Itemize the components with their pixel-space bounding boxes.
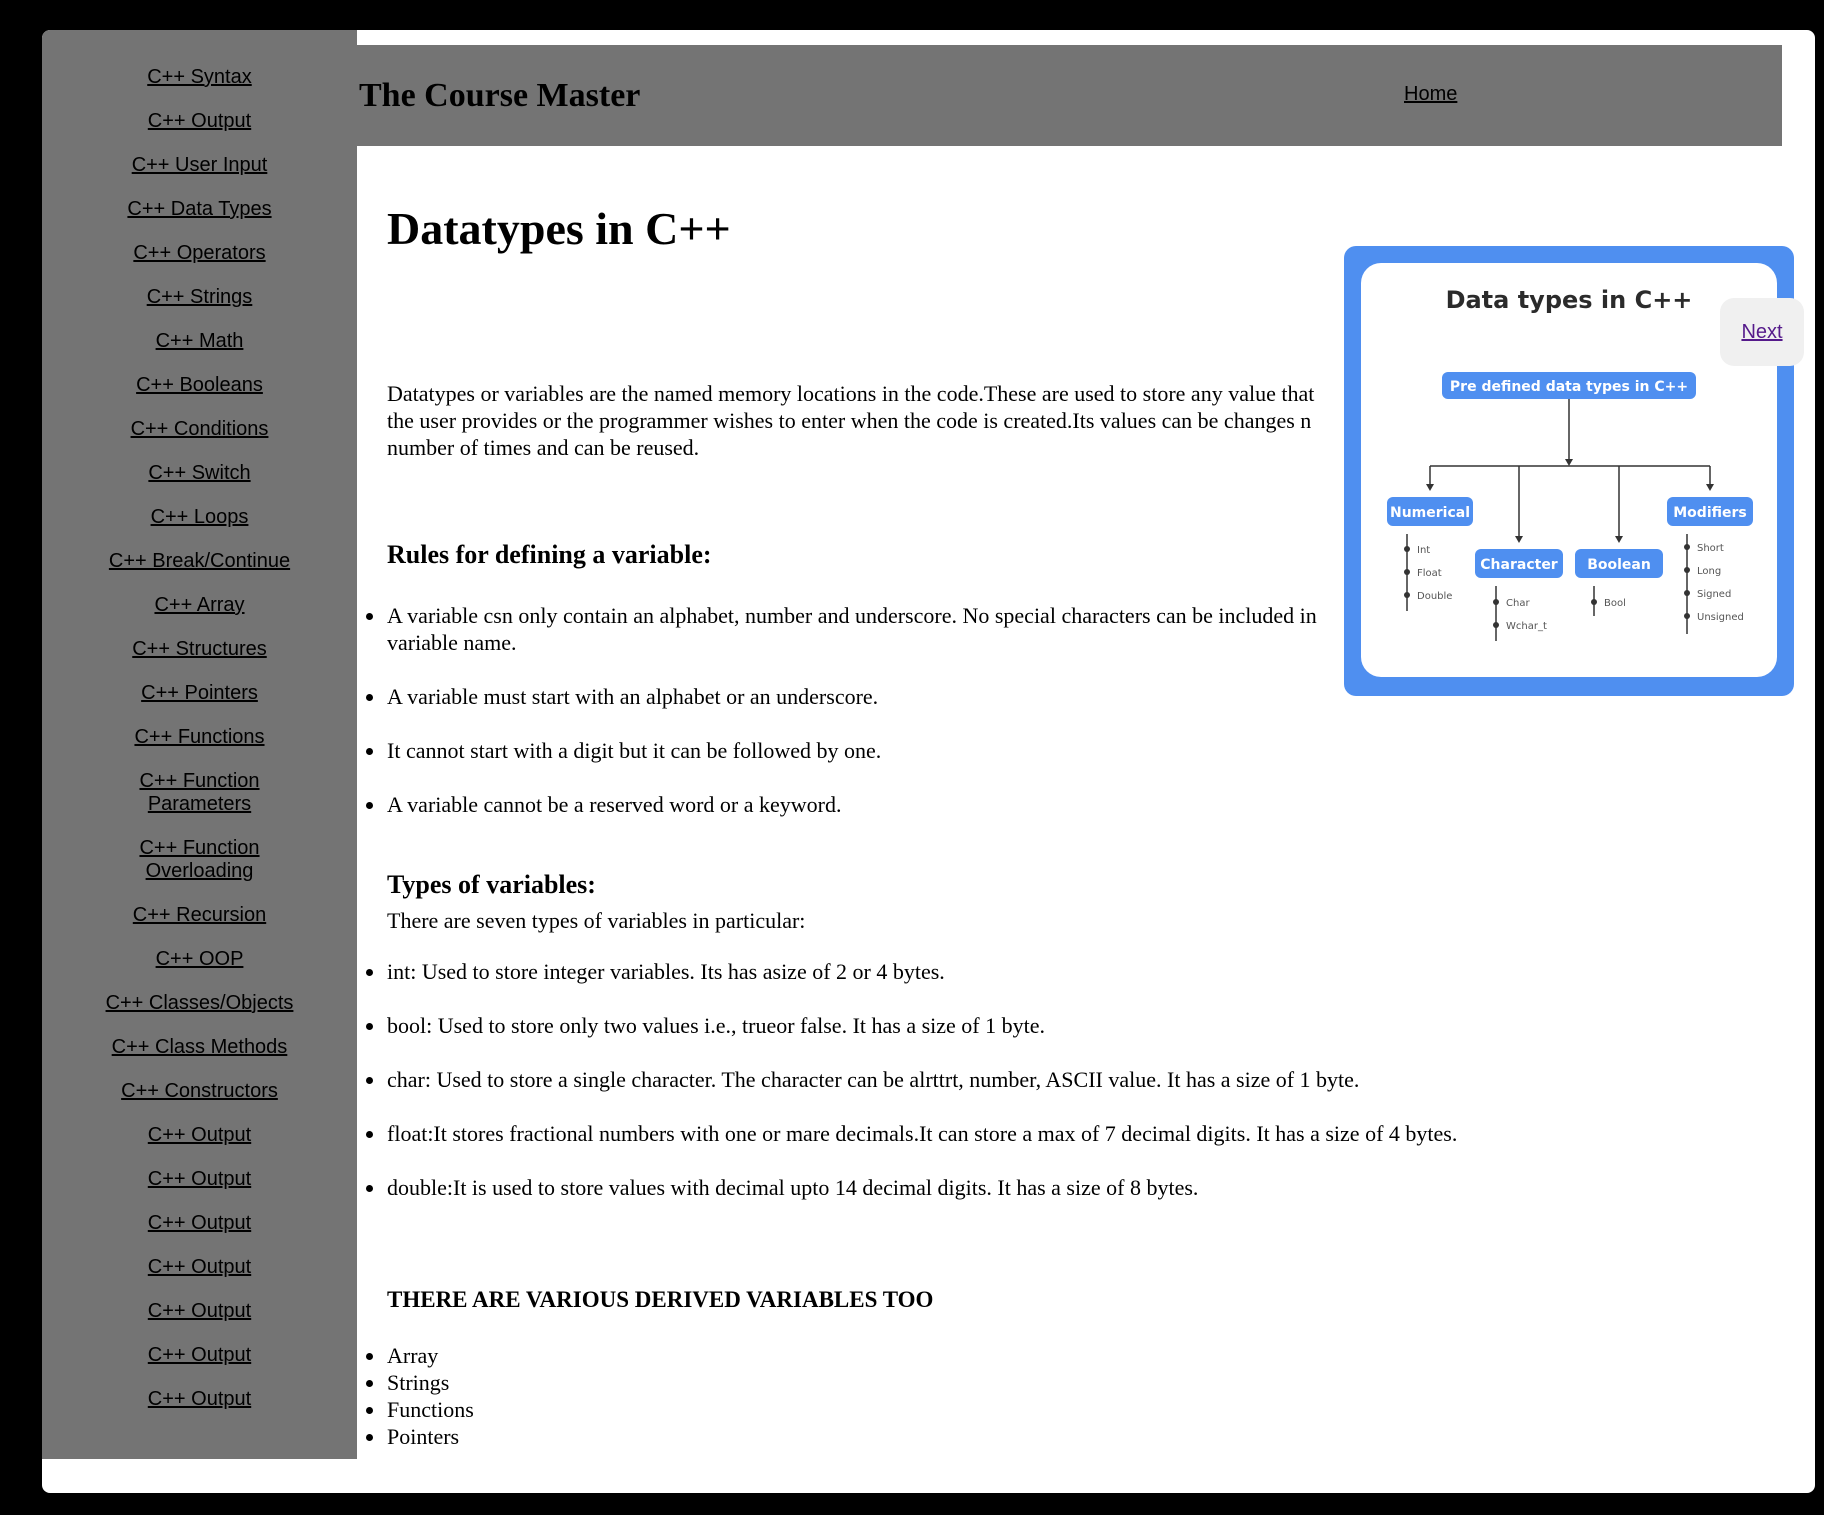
sidebar-item-cpp-output-4[interactable]: C++ Output [100, 1212, 300, 1235]
diagram-item: Unsigned [1697, 612, 1744, 623]
sidebar-item-cpp-output[interactable]: C++ Output [100, 110, 300, 133]
diagram-item: Signed [1697, 589, 1731, 600]
sidebar-item-cpp-operators[interactable]: C++ Operators [100, 242, 300, 265]
list-item: Functions [366, 1397, 474, 1422]
diagram-item: Char [1506, 598, 1530, 609]
list-item: Array [366, 1342, 474, 1369]
diagram-item: Bool [1604, 598, 1626, 609]
site-header: The Course Master Home [357, 45, 1782, 146]
sidebar-item-cpp-functions[interactable]: C++ Functions [100, 726, 300, 749]
browser-page: C++ Syntax C++ Output C++ User Input C++… [42, 30, 1815, 1493]
sidebar-item-cpp-break-continue[interactable]: C++ Break/Continue [100, 550, 300, 573]
list-item: A variable cannot be a reserved word or … [366, 791, 1327, 818]
sidebar-item-cpp-array[interactable]: C++ Array [100, 594, 300, 617]
list-item: float:It stores fractional numbers with … [366, 1120, 1787, 1147]
sidebar-item-cpp-switch[interactable]: C++ Switch [100, 462, 300, 485]
diagram-root-label: Pre defined data types in C++ [1450, 379, 1688, 395]
sidebar-item-cpp-output-2[interactable]: C++ Output [100, 1124, 300, 1147]
diagram-boolean-label: Boolean [1587, 557, 1651, 573]
sidebar-item-cpp-output-7[interactable]: C++ Output [100, 1344, 300, 1367]
sidebar-item-cpp-pointers[interactable]: C++ Pointers [100, 682, 300, 705]
sidebar-item-cpp-output-6[interactable]: C++ Output [100, 1300, 300, 1323]
list-item: bool: Used to store only two values i.e.… [366, 1012, 1787, 1039]
diagram-modifiers-label: Modifiers [1673, 505, 1746, 521]
sidebar-item-cpp-structures[interactable]: C++ Structures [100, 638, 300, 661]
list-item: int: Used to store integer variables. It… [366, 958, 1787, 985]
types-intro: There are seven types of variables in pa… [387, 908, 806, 933]
types-heading: Types of variables: [387, 870, 596, 899]
types-list: int: Used to store integer variables. It… [366, 958, 1787, 1228]
list-item: Strings [366, 1369, 474, 1396]
diagram-numerical-label: Numerical [1390, 505, 1470, 521]
sidebar-item-cpp-output-3[interactable]: C++ Output [100, 1168, 300, 1191]
sidebar-item-cpp-conditions[interactable]: C++ Conditions [100, 418, 300, 441]
home-link[interactable]: Home [1404, 83, 1457, 106]
diagram-item: Long [1697, 566, 1721, 577]
sidebar-item-cpp-output-5[interactable]: C++ Output [100, 1256, 300, 1279]
diagram-item: Float [1417, 568, 1442, 579]
derived-list: Array Strings Functions Pointers [366, 1342, 474, 1450]
list-item: Pointers [366, 1423, 474, 1450]
sidebar-item-cpp-classes-objects[interactable]: C++ Classes/Objects [100, 992, 300, 1015]
sidebar-item-cpp-user-input[interactable]: C++ User Input [100, 154, 300, 177]
rules-list: A variable csn only contain an alphabet,… [366, 602, 1327, 845]
list-item: A variable csn only contain an alphabet,… [366, 602, 1327, 656]
list-item: char: Used to store a single character. … [366, 1066, 1787, 1093]
list-item: It cannot start with a digit but it can … [366, 737, 1327, 764]
site-title: The Course Master [359, 77, 641, 114]
sidebar-item-cpp-loops[interactable]: C++ Loops [100, 506, 300, 529]
sidebar-item-cpp-oop[interactable]: C++ OOP [100, 948, 300, 971]
rules-heading: Rules for defining a variable: [387, 540, 712, 569]
sidebar-item-cpp-math[interactable]: C++ Math [100, 330, 300, 353]
sidebar-item-cpp-function-parameters[interactable]: C++ Function Parameters [100, 770, 300, 816]
sidebar-item-cpp-recursion[interactable]: C++ Recursion [100, 904, 300, 927]
diagram-title: Data types in C++ [1446, 286, 1693, 314]
sidebar-nav: C++ Syntax C++ Output C++ User Input C++… [42, 30, 357, 1459]
diagram-item: Double [1417, 591, 1452, 602]
list-item: A variable must start with an alphabet o… [366, 683, 1327, 710]
sidebar-item-cpp-data-types[interactable]: C++ Data Types [100, 198, 300, 221]
diagram-item: Int [1417, 545, 1430, 556]
sidebar-item-cpp-strings[interactable]: C++ Strings [100, 286, 300, 309]
intro-paragraph: Datatypes or variables are the named mem… [387, 381, 1315, 460]
sidebar-item-cpp-syntax[interactable]: C++ Syntax [100, 66, 300, 89]
next-button[interactable]: Next [1720, 298, 1804, 366]
diagram-item: Short [1697, 543, 1724, 554]
sidebar-item-cpp-booleans[interactable]: C++ Booleans [100, 374, 300, 397]
diagram-item: Wchar_t [1506, 621, 1547, 632]
diagram-character-label: Character [1480, 557, 1558, 573]
sidebar-item-cpp-output-8[interactable]: C++ Output [100, 1388, 300, 1411]
sidebar-item-cpp-constructors[interactable]: C++ Constructors [100, 1080, 300, 1103]
sidebar-item-cpp-class-methods[interactable]: C++ Class Methods [100, 1036, 300, 1059]
sidebar-item-cpp-function-overloading[interactable]: C++ Function Overloading [100, 837, 300, 883]
list-item: double:It is used to store values with d… [366, 1174, 1787, 1201]
next-link[interactable]: Next [1741, 321, 1782, 343]
derived-heading: THERE ARE VARIOUS DERIVED VARIABLES TOO [387, 1287, 934, 1312]
